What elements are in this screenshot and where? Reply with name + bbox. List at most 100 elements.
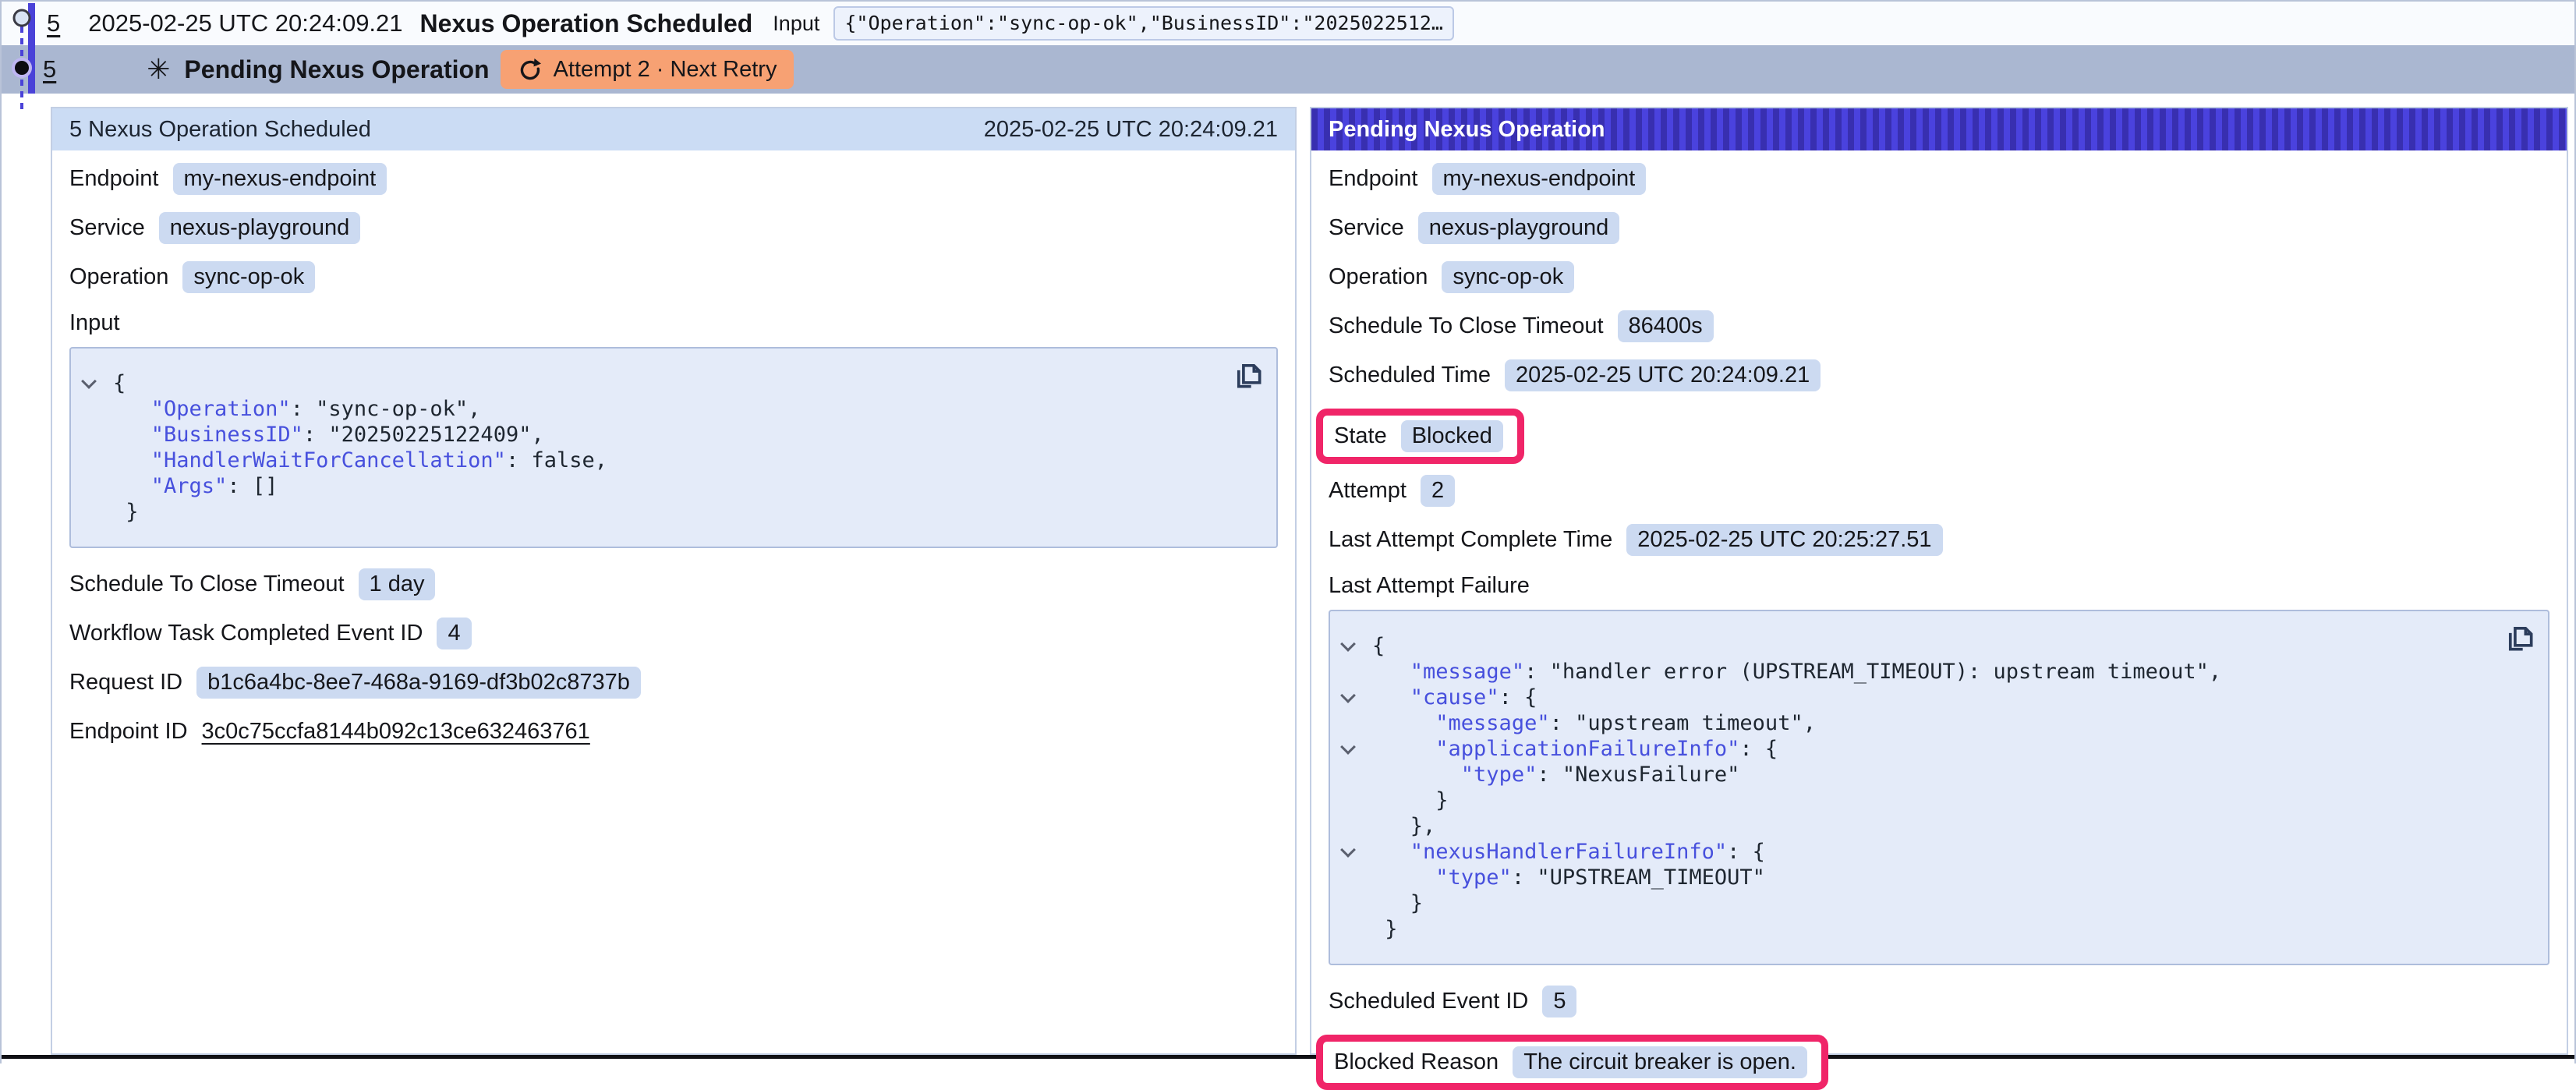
field-value-badge: my-nexus-endpoint	[1432, 163, 1647, 195]
endpoint-id-link[interactable]: 3c0c75ccfa8144b092c13ce632463761	[202, 719, 590, 745]
copy-icon[interactable]	[1233, 358, 1264, 395]
code-line-text: },	[1372, 814, 1435, 838]
code-line-text: }	[1372, 891, 1423, 915]
field-row-attempt: Attempt 2	[1329, 475, 2549, 507]
field-value-badge: 1 day	[359, 568, 436, 600]
field-label: Request ID	[69, 670, 182, 695]
field-value-badge: my-nexus-endpoint	[173, 163, 387, 195]
input-preview-badge: {"Operation":"sync-op-ok","BusinessID":"…	[833, 6, 1454, 41]
field-label: Operation	[1329, 264, 1428, 290]
copy-icon[interactable]	[2504, 621, 2535, 657]
field-label: Service	[1329, 215, 1404, 241]
event-detail-panel-pending: Pending Nexus Operation Endpoint my-nexus…	[1310, 107, 2568, 1055]
field-value-badge: 2025-02-25 UTC 20:24:09.21	[1505, 359, 1821, 391]
code-line-text: "cause": {	[1372, 685, 1537, 710]
event-id-link[interactable]: 5	[43, 55, 56, 83]
retry-attempt-text: Attempt 2 · Next Retry	[554, 57, 777, 83]
input-section-label: Input	[69, 310, 1278, 336]
field-row-endpoint: Endpoint my-nexus-endpoint	[69, 163, 1278, 195]
field-row-endpoint-id: Endpoint ID 3c0c75ccfa8144b092c13ce63246…	[69, 716, 1278, 747]
field-value-badge: nexus-playground	[1418, 212, 1620, 244]
field-value-badge: sync-op-ok	[182, 261, 315, 293]
code-line-text: }	[1372, 917, 1398, 941]
field-value-badge: 2025-02-25 UTC 20:25:27.51	[1626, 524, 1942, 556]
collapse-chevron-icon[interactable]	[80, 380, 113, 387]
code-line-text: "applicationFailureInfo": {	[1372, 737, 1778, 761]
event-timeline	[8, 2, 42, 111]
field-list-mid: Attempt 2 Last Attempt Complete Time 2025-0…	[1329, 475, 2549, 556]
failure-section-label: Last Attempt Failure	[1329, 573, 2549, 599]
blocked-reason-badge: The circuit breaker is open.	[1513, 1046, 1807, 1078]
input-label: Input	[773, 12, 819, 36]
blocked-reason-highlight-annotation: Blocked Reason The circuit breaker is op…	[1316, 1035, 1828, 1090]
field-value-badge: 5	[1542, 986, 1576, 1017]
panel-header-scheduled: 5 Nexus Operation Scheduled 2025-02-25 U…	[52, 108, 1295, 150]
pending-event-name: Pending Nexus Operation	[184, 55, 489, 84]
code-line-text: "nexusHandlerFailureInfo": {	[1372, 840, 1765, 864]
field-label: Last Attempt Complete Time	[1329, 527, 1612, 553]
code-line-text: "type": "NexusFailure"	[1372, 763, 1739, 787]
field-label: Schedule To Close Timeout	[1329, 313, 1604, 339]
panel-header-pending: Pending Nexus Operation	[1311, 108, 2567, 150]
state-highlight-annotation: State Blocked	[1316, 409, 1524, 464]
field-label: Service	[69, 215, 145, 241]
field-value-badge: nexus-playground	[159, 212, 361, 244]
collapse-chevron-icon[interactable]	[1339, 642, 1372, 649]
state-value-badge: Blocked	[1401, 420, 1503, 452]
code-line-text: }	[1372, 788, 1449, 812]
collapse-chevron-icon[interactable]	[1339, 694, 1372, 701]
collapse-chevron-icon[interactable]	[1339, 745, 1372, 752]
field-row-scheduled-time: Scheduled Time 2025-02-25 UTC 20:24:09.21	[1329, 359, 2549, 391]
field-label: Scheduled Time	[1329, 363, 1491, 388]
code-line-text: "BusinessID": "20250225122409",	[113, 423, 544, 447]
panel-body: Endpoint my-nexus-endpoint Service nexus-pl…	[52, 150, 1295, 747]
code-line-text: {	[113, 371, 126, 395]
panel-title: 5 Nexus Operation Scheduled	[69, 117, 371, 143]
field-label: Schedule To Close Timeout	[69, 572, 345, 597]
field-row-service: Service nexus-playground	[69, 212, 1278, 244]
field-label: Operation	[69, 264, 168, 290]
field-row-blocked-reason: Blocked Reason The circuit breaker is op…	[1334, 1046, 1807, 1078]
retry-attempt-badge: Attempt 2 · Next Retry	[501, 50, 794, 89]
pending-asterisk-icon: ✳	[147, 55, 170, 83]
field-value-badge: 2	[1421, 475, 1455, 507]
event-id-link[interactable]: 5	[47, 9, 60, 37]
code-line-text: "message": "handler error (UPSTREAM_TIME…	[1372, 660, 2221, 684]
field-row-state: State Blocked	[1334, 420, 1503, 452]
field-row-operation: Operation sync-op-ok	[1329, 261, 2549, 293]
field-list-top: Endpoint my-nexus-endpoint Service nexus-pl…	[1329, 163, 2549, 391]
event-detail-panel-scheduled: 5 Nexus Operation Scheduled 2025-02-25 U…	[51, 107, 1297, 1055]
field-row-workflow-task-completed-event-id: Workflow Task Completed Event ID 4	[69, 618, 1278, 649]
field-row-operation: Operation sync-op-ok	[69, 261, 1278, 293]
retry-icon	[518, 57, 543, 82]
field-label: Endpoint	[69, 166, 159, 192]
field-label: Attempt	[1329, 478, 1407, 504]
field-row-service: Service nexus-playground	[1329, 212, 2549, 244]
field-value-badge: 86400s	[1618, 310, 1714, 342]
field-row-endpoint: Endpoint my-nexus-endpoint	[1329, 163, 2549, 195]
field-row-schedule-to-close-timeout: Schedule To Close Timeout 86400s	[1329, 310, 2549, 342]
code-line-text: {	[1372, 634, 1385, 658]
field-row-scheduled-event-id: Scheduled Event ID 5	[1329, 986, 2549, 1017]
code-line-text: }	[113, 500, 139, 524]
field-row-last-attempt-complete-time: Last Attempt Complete Time 2025-02-25 UTC…	[1329, 524, 2549, 556]
failure-json-viewer: { "message": "handler error (UPSTREAM_TI…	[1329, 610, 2549, 965]
field-label: Endpoint	[1329, 166, 1418, 192]
event-row-pending-nexus-operation[interactable]: 5 ✳ Pending Nexus Operation Attempt 2 · …	[2, 45, 2574, 94]
timeline-node-current-icon[interactable]	[15, 61, 29, 75]
code-line-text: "message": "upstream timeout",	[1372, 711, 1816, 735]
field-value-badge: sync-op-ok	[1442, 261, 1574, 293]
event-row-nexus-operation-scheduled[interactable]: 5 2025-02-25 UTC 20:24:09.21 Nexus Opera…	[2, 2, 2574, 45]
field-row-schedule-to-close-timeout: Schedule To Close Timeout 1 day	[69, 568, 1278, 600]
field-label: Workflow Task Completed Event ID	[69, 621, 423, 646]
panel-title: Pending Nexus Operation	[1329, 117, 1605, 143]
input-json-viewer: { "Operation": "sync-op-ok", "BusinessID…	[69, 347, 1278, 548]
field-label: State	[1334, 423, 1387, 449]
timeline-node-open-icon[interactable]	[14, 10, 30, 26]
field-list-top: Endpoint my-nexus-endpoint Service nexus-pl…	[69, 163, 1278, 293]
collapse-chevron-icon[interactable]	[1339, 848, 1372, 855]
field-value-badge: 4	[437, 618, 471, 649]
panel-body: Endpoint my-nexus-endpoint Service nexus-pl…	[1311, 150, 2567, 1090]
field-label: Endpoint ID	[69, 719, 188, 745]
field-label: Blocked Reason	[1334, 1049, 1499, 1075]
